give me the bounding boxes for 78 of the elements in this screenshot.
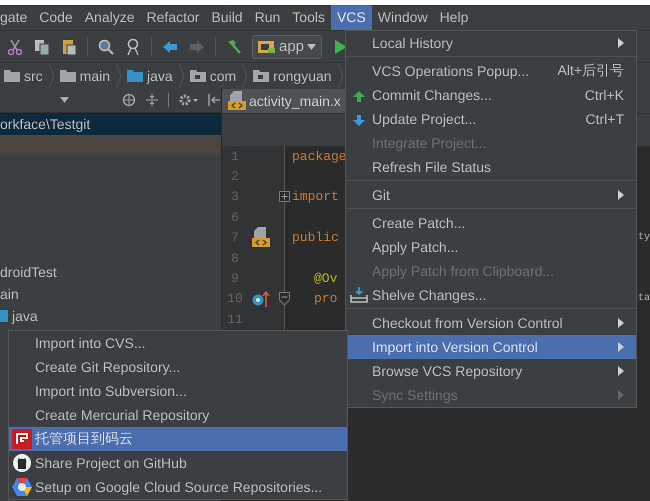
hide-panel-icon[interactable] (207, 93, 221, 107)
menu-bar-item[interactable]: gate (0, 5, 34, 30)
chevron-icon (115, 64, 122, 88)
chevron-icon (241, 64, 248, 88)
code-text: package (292, 148, 347, 164)
menu-bar-item[interactable]: Help (434, 5, 474, 30)
package-folder-icon (190, 70, 206, 82)
menu-bar-item[interactable]: Window (372, 5, 434, 30)
menu-bar-item[interactable]: Refactor (140, 5, 206, 30)
menu-bar-item[interactable]: VCS (330, 5, 372, 30)
menu-item[interactable]: Import into CVS... (9, 331, 347, 355)
menu-item[interactable]: Create Git Repository... (9, 355, 347, 379)
code-text: import (292, 189, 339, 204)
fold-expand-icon[interactable] (278, 191, 290, 202)
tree-item[interactable]: droidTest (0, 261, 221, 283)
menu-item[interactable]: Share Project on GitHub (9, 451, 347, 475)
menu-item[interactable]: Git (346, 183, 636, 207)
menu-item[interactable]: Refresh File Status (346, 155, 636, 179)
menu-item[interactable]: Import into Version Control (346, 335, 636, 359)
menu-bar-item[interactable]: Code (33, 5, 79, 30)
search-icon[interactable] (97, 38, 115, 56)
breadcrumb-item[interactable]: main (60, 68, 110, 84)
chevron-icon (178, 64, 185, 88)
layout-file-icon[interactable] (252, 226, 270, 249)
folder-icon (127, 70, 144, 82)
breadcrumb-item[interactable]: java (127, 68, 173, 84)
module-icon (258, 40, 276, 54)
menu-item[interactable]: Browse VCS Repository (346, 359, 636, 383)
menu-item[interactable]: Create Mercurial Repository (9, 403, 347, 427)
caret-icon[interactable] (60, 97, 69, 103)
package-folder-icon (253, 70, 270, 82)
breadcrumb-item[interactable]: src (4, 68, 43, 84)
project-path: orkface\Testgit (0, 116, 90, 132)
copy-icon[interactable] (33, 38, 51, 56)
paste-icon[interactable] (60, 38, 78, 56)
code-text: ty (638, 232, 650, 244)
folder-icon (60, 70, 76, 82)
locate-icon[interactable] (122, 93, 136, 107)
chevron-icon (48, 64, 55, 88)
settings-icon[interactable] (178, 93, 198, 107)
menu-item[interactable]: 托管项目到码云 (9, 427, 347, 451)
menu-item[interactable]: VCS Operations Popup... Alt+后引号 (346, 59, 636, 83)
code-text: public (292, 230, 339, 246)
menu-bar-item[interactable]: Tools (286, 5, 331, 30)
menu-item[interactable]: Update Project... Ctrl+T (346, 107, 636, 131)
editor-tab[interactable]: activity_main.x (222, 89, 347, 113)
cloud-hexagon-icon (11, 477, 33, 497)
folder-icon (0, 310, 8, 322)
code-text: @Ov (314, 271, 338, 286)
menu-item[interactable]: Checkout from Version Control (346, 311, 636, 335)
menu-bar-item[interactable]: Run (248, 5, 286, 30)
menu-item[interactable]: Setup on Google Cloud Source Repositories... (9, 475, 347, 499)
shelve-icon (350, 287, 368, 303)
collapse-all-icon[interactable] (145, 93, 159, 107)
github-logo-icon (12, 453, 32, 473)
tree-item[interactable]: ain (0, 283, 221, 305)
override-icon[interactable] (252, 290, 270, 307)
menu-item[interactable]: Local History (346, 31, 636, 55)
breadcrumb-item[interactable]: rongyuan (253, 68, 332, 84)
menu-bar-item[interactable]: Analyze (78, 5, 141, 30)
cut-icon[interactable] (6, 38, 24, 56)
layout-file-icon (228, 91, 246, 111)
caret-icon (307, 44, 316, 50)
menu-item[interactable]: Apply Patch... (346, 235, 636, 259)
code-text: pro (314, 291, 338, 306)
gitee-logo-icon (12, 429, 32, 449)
tree-item[interactable]: java (0, 305, 221, 327)
project-root-row[interactable]: orkface\Testgit (0, 113, 221, 135)
folder-icon (4, 70, 20, 82)
breadcrumb-item[interactable]: com (190, 68, 236, 84)
menu-item[interactable]: Import into Subversion... (9, 379, 347, 403)
menu-item[interactable]: Shelve Changes... (346, 283, 636, 307)
code-text: ta (638, 293, 650, 304)
menu-item[interactable]: Create Patch... (346, 211, 636, 235)
fold-collapse-icon[interactable] (278, 292, 290, 306)
run-configuration-dropdown[interactable]: app (252, 34, 322, 58)
menu-item[interactable]: Commit Changes... Ctrl+K (346, 83, 636, 107)
menu-bar-item[interactable]: Build (205, 5, 249, 30)
